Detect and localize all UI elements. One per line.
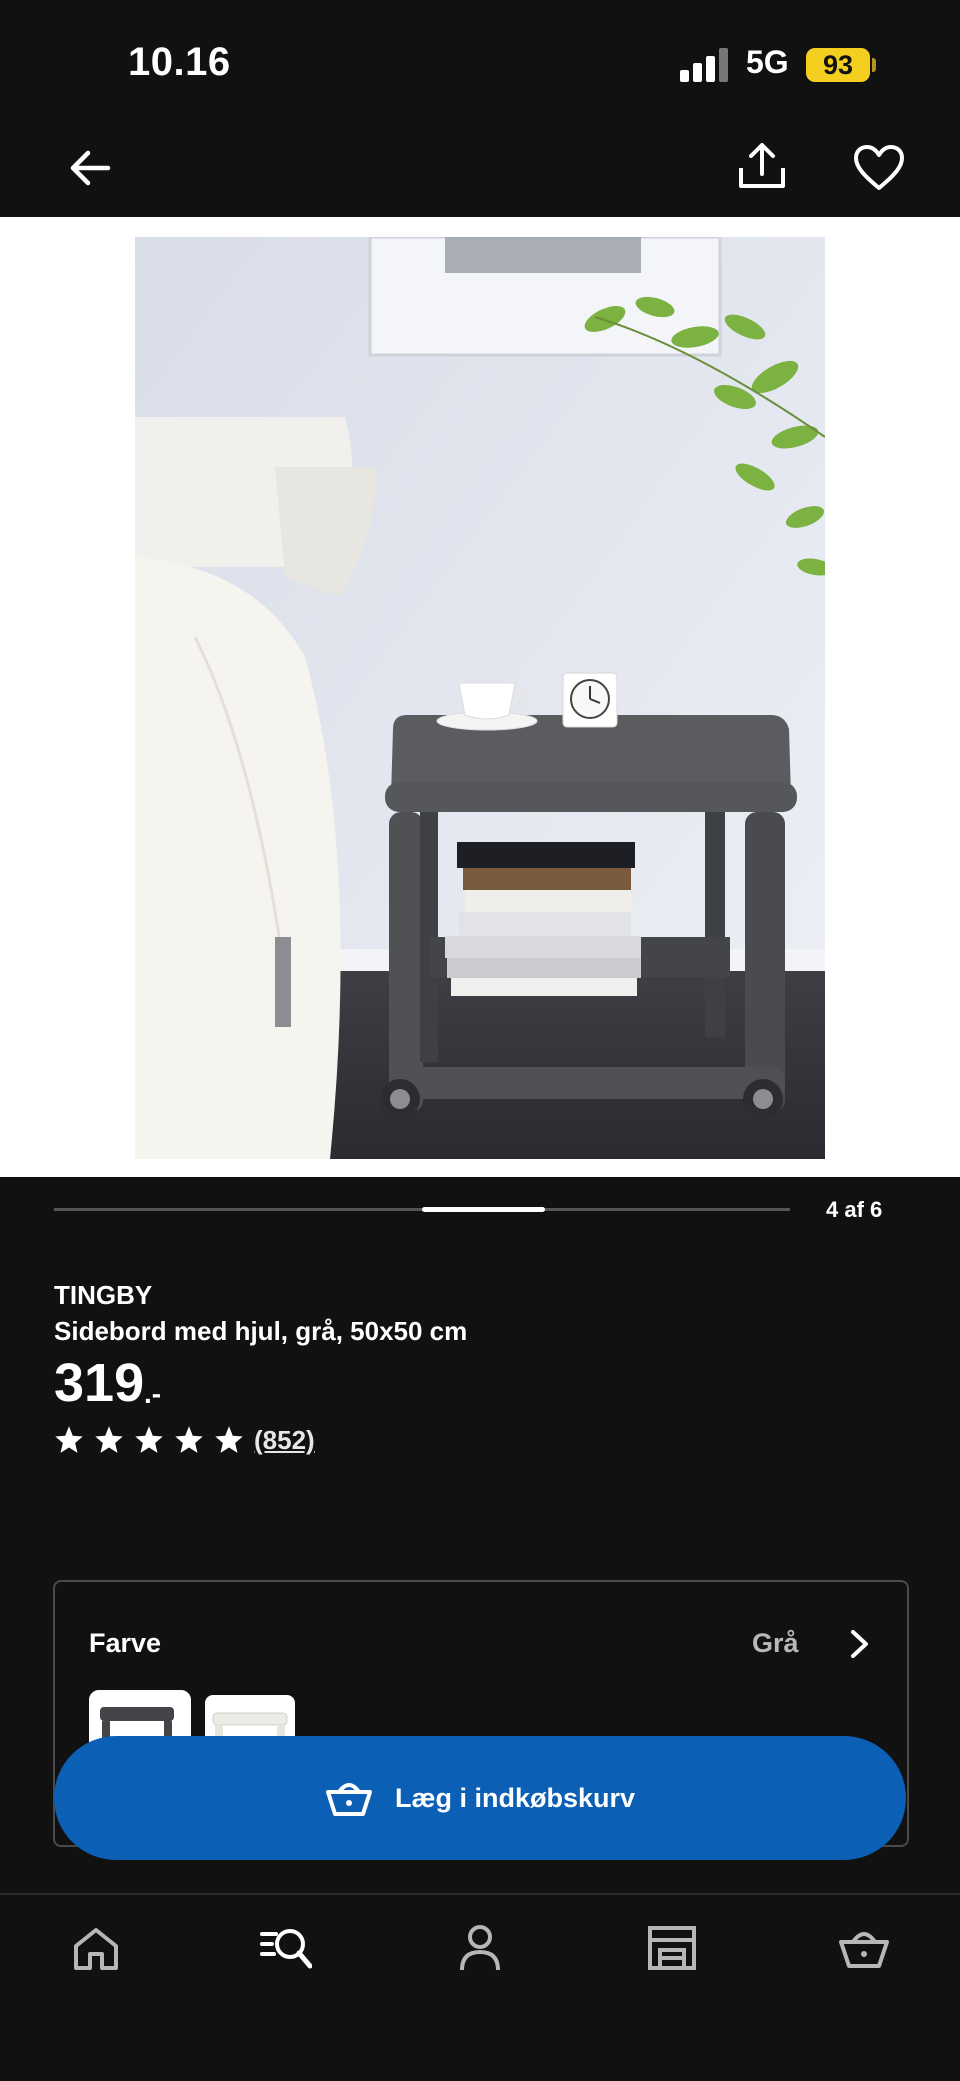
add-to-cart-label: Læg i indkøbskurv (394, 1782, 636, 1813)
basket-icon (325, 1783, 372, 1816)
color-label: Farve (89, 1628, 162, 1658)
tab-bar-divider (0, 1893, 960, 1895)
reviews-link[interactable]: (852) (254, 1425, 315, 1456)
gallery-progress-indicator (422, 1207, 545, 1212)
battery-indicator: 93 (806, 48, 870, 82)
star-icon (55, 1426, 83, 1453)
status-time: 10.16 (128, 40, 231, 84)
store-icon[interactable] (646, 1922, 698, 1974)
share-icon[interactable] (736, 140, 788, 192)
gallery-counter: 4 af 6 (826, 1197, 883, 1222)
price-suffix: .- (144, 1378, 162, 1409)
star-icon (95, 1426, 123, 1453)
star-icon (175, 1426, 203, 1453)
cellular-signal-icon (680, 48, 728, 82)
network-type: 5G (746, 44, 789, 80)
add-to-cart-button[interactable]: Læg i indkøbskurv (54, 1736, 906, 1860)
heart-icon[interactable] (852, 144, 906, 192)
profile-icon[interactable] (454, 1922, 506, 1974)
back-arrow-icon[interactable] (66, 144, 114, 192)
search-list-icon[interactable] (260, 1922, 312, 1974)
product-price: 319 (54, 1353, 145, 1413)
product-description: Sidebord med hjul, grå, 50x50 cm (54, 1316, 468, 1346)
color-value: Grå (752, 1628, 799, 1658)
rating-stars (54, 1425, 244, 1455)
basket-icon[interactable] (838, 1922, 890, 1974)
home-icon[interactable] (70, 1922, 122, 1974)
product-photo[interactable] (135, 237, 825, 1159)
battery-tip (872, 58, 876, 72)
star-icon (135, 1426, 163, 1453)
chevron-right-icon[interactable] (848, 1628, 872, 1660)
product-name: TINGBY (54, 1280, 153, 1310)
star-icon (215, 1426, 243, 1453)
